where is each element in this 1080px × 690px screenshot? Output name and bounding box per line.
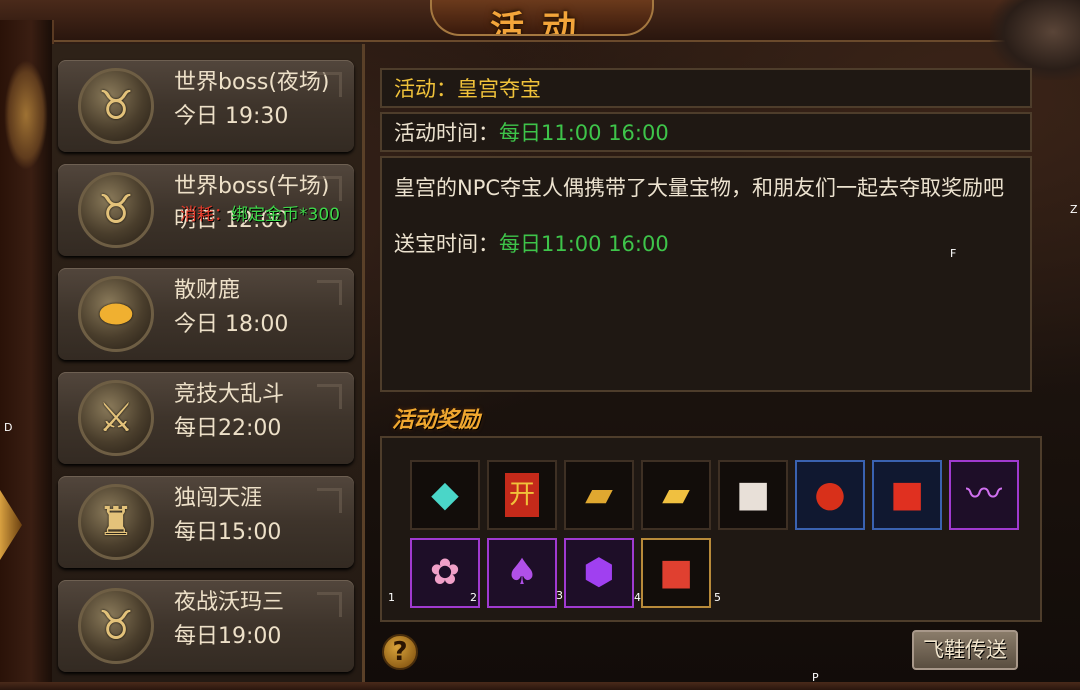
window-title: 活动 bbox=[490, 9, 594, 36]
reward-slot[interactable]: ■ bbox=[641, 538, 711, 608]
warrior-icon: ♜ bbox=[78, 484, 154, 560]
slot-number: 3 bbox=[556, 589, 563, 602]
activity-time: 今日 18:00 bbox=[174, 312, 289, 337]
reward-slot[interactable]: 开 bbox=[487, 460, 557, 530]
list-item[interactable]: ⬬ 散财鹿 今日 18:00 bbox=[58, 268, 354, 360]
corner-ornament bbox=[317, 280, 342, 305]
activity-name-value: 皇宫夺宝 bbox=[457, 77, 541, 101]
stray-letter-f: F bbox=[950, 247, 957, 260]
list-item[interactable]: ⚔ 竞技大乱斗 每日22:00 bbox=[58, 372, 354, 464]
corner-ornament bbox=[317, 72, 342, 97]
reward-title: 活动奖励 bbox=[392, 408, 481, 433]
activity-description-box: 皇宫的NPC夺宝人偶携带了大量宝物，和朋友们一起去夺取奖励吧 送宝时间：每日11… bbox=[380, 156, 1032, 392]
activity-detail: 活动：皇宫夺宝 活动时间：每日11:00 16:00 皇宫的NPC夺宝人偶携带了… bbox=[370, 56, 1042, 686]
activity-time-line: 活动时间：每日11:00 16:00 bbox=[394, 120, 669, 146]
gem-ornament-icon bbox=[0, 490, 22, 560]
activity-description: 皇宫的NPC夺宝人偶携带了大量宝物，和朋友们一起去夺取奖励吧 bbox=[394, 176, 1005, 200]
purple-wings-icon: 〰 bbox=[965, 474, 1002, 515]
crystal-icon: ◆ bbox=[431, 474, 459, 515]
activity-name: 竞技大乱斗 bbox=[174, 382, 285, 407]
slot-number: 4 bbox=[634, 591, 641, 604]
slot-number: 5 bbox=[714, 591, 721, 604]
activity-name: 世界boss(夜场) bbox=[174, 70, 330, 95]
slot-number: 1 bbox=[388, 591, 395, 604]
bottom-border bbox=[0, 682, 1080, 690]
gift-box-red-icon: ■ bbox=[889, 474, 924, 515]
reward-grid: ◆ 开 ▰ ▰ ■ ● ■ 〰 ✿ ♠ ⬢ ■ 1 2 3 4 5 bbox=[380, 436, 1042, 622]
stray-letter-d: D bbox=[4, 421, 13, 434]
corner-ornament bbox=[317, 176, 342, 201]
red-envelope-icon: 开 bbox=[504, 473, 539, 517]
dragon-ornament-icon bbox=[4, 60, 48, 170]
activity-name-row: 活动：皇宫夺宝 bbox=[380, 68, 1032, 108]
gift-box-white-icon: ■ bbox=[735, 474, 770, 515]
activity-list: ♉ 世界boss(夜场) 今日 19:30 ♉ 世界boss(午场) 明日 12… bbox=[52, 44, 365, 684]
list-item[interactable]: ♜ 独闯天涯 每日15:00 bbox=[58, 476, 354, 568]
activity-time: 今日 19:30 bbox=[174, 104, 289, 129]
corner-ornament bbox=[317, 384, 342, 409]
activity-name: 散财鹿 bbox=[174, 278, 241, 303]
reward-slot[interactable]: ■ bbox=[718, 460, 788, 530]
reward-slot[interactable]: ⬢ bbox=[564, 538, 634, 608]
stray-letter-z: Z bbox=[1070, 203, 1078, 216]
activity-time: 每日19:00 bbox=[174, 624, 282, 649]
reward-slot[interactable]: ● bbox=[795, 460, 865, 530]
send-time-value: 每日11:00 16:00 bbox=[499, 232, 669, 256]
left-ornament bbox=[0, 20, 54, 690]
list-item[interactable]: ♉ 夜战沃玛三 每日19:00 bbox=[58, 580, 354, 672]
reward-slot[interactable]: ■ bbox=[872, 460, 942, 530]
purple-figure-icon: ♠ bbox=[505, 552, 539, 593]
pink-pet-icon: ✿ bbox=[429, 552, 461, 593]
reward-slot[interactable]: 〰 bbox=[949, 460, 1019, 530]
list-item[interactable]: ♉ 世界boss(夜场) 今日 19:30 bbox=[58, 60, 354, 152]
gold-gift-box-icon: ■ bbox=[658, 552, 693, 593]
teleport-button[interactable]: 飞鞋传送 bbox=[912, 630, 1018, 670]
corner-ornament bbox=[317, 592, 342, 617]
slot-number: 2 bbox=[470, 591, 477, 604]
title-plate: 活动 bbox=[430, 0, 654, 36]
cost-tooltip: 消耗：绑定金币*300 bbox=[180, 204, 340, 226]
help-button[interactable]: ? bbox=[382, 634, 418, 670]
reward-slot[interactable]: ♠ bbox=[487, 538, 557, 608]
send-time-line: 送宝时间：每日11:00 16:00 bbox=[394, 230, 669, 258]
activity-time: 每日15:00 bbox=[174, 520, 282, 545]
activity-name: 独闯天涯 bbox=[174, 486, 263, 511]
crossed-swords-icon: ⚔ bbox=[78, 380, 154, 456]
activity-time: 每日22:00 bbox=[174, 416, 282, 441]
activity-name-line: 活动：皇宫夺宝 bbox=[394, 76, 541, 102]
bull-icon: ♉ bbox=[78, 172, 154, 248]
bull-icon: ♉ bbox=[78, 68, 154, 144]
activity-name: 夜战沃玛三 bbox=[174, 590, 285, 615]
activity-name: 世界boss(午场) bbox=[174, 174, 330, 199]
gold-ingot-icon: ⬬ bbox=[78, 276, 154, 352]
send-time-label: 送宝时间： bbox=[394, 232, 499, 256]
activity-time-value: 每日11:00 16:00 bbox=[499, 121, 669, 145]
bull-warrior-icon: ♉ bbox=[78, 588, 154, 664]
gold-bars-icon: ▰ bbox=[662, 474, 690, 515]
purple-shield-icon: ⬢ bbox=[583, 552, 615, 593]
lucky-bag-icon: ● bbox=[814, 474, 846, 515]
activity-name-label: 活动： bbox=[394, 77, 457, 101]
activity-time-label: 活动时间： bbox=[394, 121, 499, 145]
reward-slot[interactable]: ◆ bbox=[410, 460, 480, 530]
cost-label: 消耗： bbox=[180, 205, 231, 225]
gold-bar-icon: ▰ bbox=[585, 474, 613, 515]
activity-time-row: 活动时间：每日11:00 16:00 bbox=[380, 112, 1032, 152]
cost-value: 绑定金币*300 bbox=[231, 205, 340, 225]
reward-slot[interactable]: ▰ bbox=[641, 460, 711, 530]
activity-window: 活动 ♉ 世界boss(夜场) 今日 19:30 ♉ 世界boss(午场) 明日… bbox=[0, 0, 1080, 690]
corner-ornament bbox=[317, 488, 342, 513]
reward-slot[interactable]: ▰ bbox=[564, 460, 634, 530]
